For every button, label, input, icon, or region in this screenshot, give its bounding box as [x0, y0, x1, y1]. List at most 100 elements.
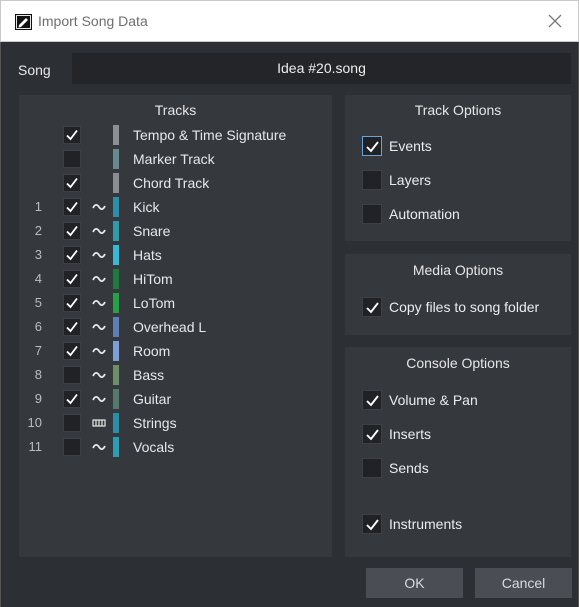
track-checkbox[interactable] [63, 222, 81, 240]
track-checkbox[interactable] [63, 390, 81, 408]
track-options-panel: Track Options Events Layers Automation [345, 95, 571, 241]
track-name: Overhead L [133, 319, 207, 335]
track-checkbox[interactable] [63, 198, 81, 216]
track-checkbox[interactable] [63, 342, 81, 360]
track-checkbox[interactable] [63, 318, 81, 336]
track-type [91, 344, 107, 358]
close-icon[interactable] [546, 12, 564, 30]
option-label: Automation [389, 206, 460, 222]
track-color-swatch [113, 341, 119, 361]
media-options-header: Media Options [412, 262, 504, 278]
track-row: 7 Room [19, 339, 332, 363]
track-checkbox[interactable] [63, 414, 81, 432]
track-color-swatch [113, 365, 119, 385]
track-row: 8 Bass [19, 363, 332, 387]
track-type [91, 224, 107, 238]
instrument-track-icon [92, 419, 106, 427]
track-name: Marker Track [133, 151, 215, 167]
track-color-swatch [113, 269, 119, 289]
console-options-header: Console Options [406, 355, 510, 371]
track-name: Chord Track [133, 175, 210, 191]
track-checkbox[interactable] [63, 366, 81, 384]
track-type [91, 248, 107, 262]
check-icon [366, 141, 379, 153]
window-title: Import Song Data [38, 13, 148, 29]
option-checkbox[interactable] [362, 514, 382, 534]
track-color-swatch [113, 437, 119, 457]
track-checkbox[interactable] [63, 294, 81, 312]
check-icon [66, 225, 78, 237]
track-type [91, 296, 107, 310]
option-label: Events [389, 138, 432, 154]
track-name: LoTom [133, 295, 176, 311]
tracks-header: Tracks [154, 102, 197, 118]
audio-track-icon [92, 395, 106, 403]
track-name: Snare [133, 223, 171, 239]
track-row: 11 Vocals [19, 435, 332, 459]
track-color-swatch [113, 413, 119, 433]
check-icon [366, 302, 379, 314]
track-row: 2 Snare [19, 219, 332, 243]
option-label: Sends [389, 460, 429, 476]
option-checkbox[interactable] [362, 390, 382, 410]
option-checkbox[interactable] [362, 297, 382, 317]
option-checkbox[interactable] [362, 424, 382, 444]
track-color-swatch [113, 245, 119, 265]
track-checkbox[interactable] [63, 174, 81, 192]
track-type [91, 368, 107, 382]
track-checkbox[interactable] [63, 150, 81, 168]
track-type [91, 176, 107, 190]
track-name: Vocals [133, 439, 175, 455]
track-number: 2 [34, 223, 42, 238]
track-name: Bass [133, 367, 165, 383]
song-file-field: Idea #20.song [72, 53, 571, 84]
media-options-panel: Media Options Copy files to song folder [345, 254, 571, 335]
track-checkbox[interactable] [63, 126, 81, 144]
track-type [91, 440, 107, 454]
track-checkbox[interactable] [63, 438, 81, 456]
track-name: HiTom [133, 271, 173, 287]
track-options-header: Track Options [414, 102, 502, 118]
track-type [91, 128, 107, 142]
ok-button[interactable]: OK [366, 568, 463, 598]
track-number: 3 [34, 247, 42, 262]
option-checkbox[interactable] [362, 204, 382, 224]
tracks-panel: Tracks Tempo & Time Signature Marker Trac… [19, 95, 332, 557]
track-number: 11 [28, 439, 43, 454]
track-type [91, 392, 107, 406]
track-checkbox[interactable] [63, 246, 81, 264]
track-number: 7 [34, 343, 42, 358]
console-options-panel: Console Options Volume & Pan Inserts Sends… [345, 347, 571, 557]
check-icon [66, 129, 78, 141]
track-type [91, 416, 107, 430]
audio-track-icon [92, 371, 106, 379]
track-color-swatch [113, 221, 119, 241]
title-bar: Import Song Data [0, 0, 579, 42]
app-icon [15, 14, 32, 30]
track-number: 5 [34, 295, 42, 310]
track-number: 6 [34, 319, 42, 334]
check-icon [66, 345, 78, 357]
track-number: 9 [34, 391, 42, 406]
option-label: Inserts [389, 426, 432, 442]
track-number: 1 [34, 199, 42, 214]
track-row: 1 Kick [19, 195, 332, 219]
option-checkbox[interactable] [362, 136, 382, 156]
track-row: 10 Strings [19, 411, 332, 435]
track-color-swatch [113, 389, 119, 409]
track-type [91, 200, 107, 214]
track-checkbox[interactable] [63, 270, 81, 288]
audio-track-icon [92, 227, 106, 235]
option-checkbox[interactable] [362, 170, 382, 190]
check-icon [366, 519, 379, 531]
track-row: 5 LoTom [19, 291, 332, 315]
audio-track-icon [92, 251, 106, 259]
track-type [91, 152, 107, 166]
cancel-button[interactable]: Cancel [475, 568, 572, 598]
track-name: Strings [133, 415, 177, 431]
track-name: Room [133, 343, 171, 359]
track-color-swatch [113, 197, 119, 217]
track-color-swatch [113, 317, 119, 337]
track-row: Marker Track [19, 147, 332, 171]
option-checkbox[interactable] [362, 458, 382, 478]
